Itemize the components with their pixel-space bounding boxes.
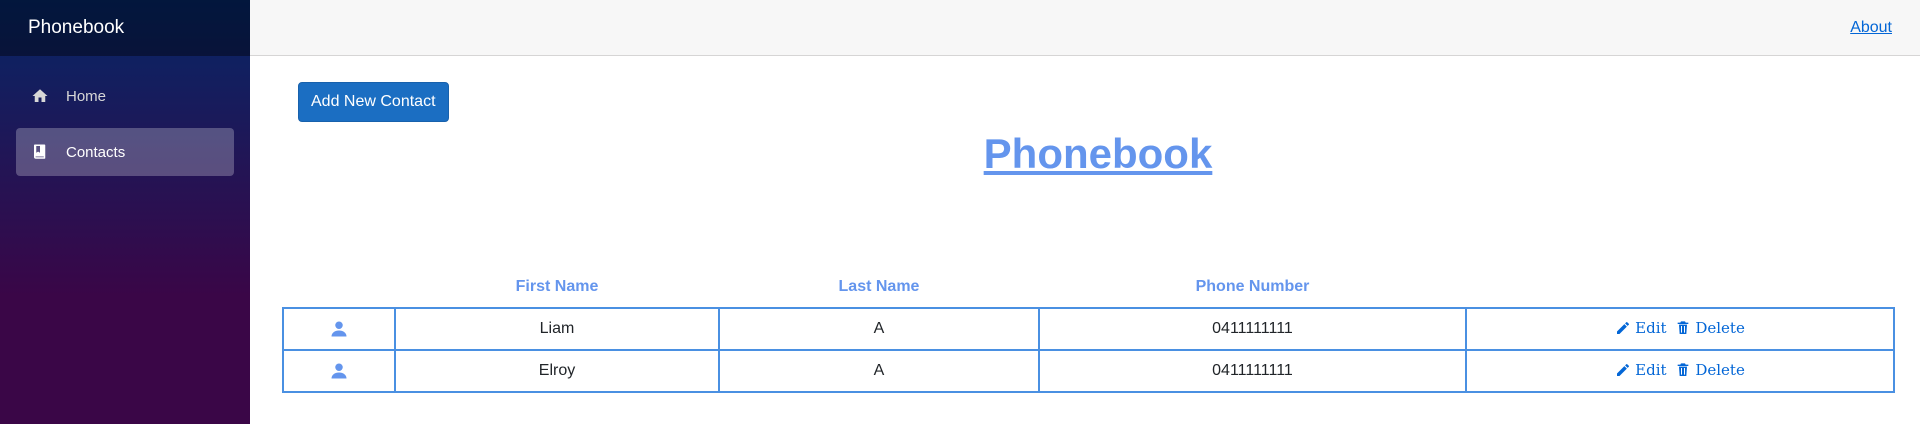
last-name-cell: A xyxy=(718,349,1040,393)
page-title: Phonebook xyxy=(983,130,1213,177)
table-header-row: First Name Last Name Phone Number xyxy=(283,266,1894,308)
table-row: Liam A 0411111111 Edit Delete xyxy=(282,307,1895,351)
header-actions xyxy=(1466,266,1894,308)
header-avatar xyxy=(283,266,395,308)
header-last-name: Last Name xyxy=(838,277,920,295)
sidebar-nav: Home Contacts xyxy=(0,56,250,176)
top-row: About xyxy=(250,0,1920,56)
home-icon xyxy=(30,86,50,106)
header-first-name: First Name xyxy=(515,277,599,295)
first-name-cell: Elroy xyxy=(394,349,720,393)
brand-link[interactable]: Phonebook xyxy=(28,17,124,39)
pencil-icon xyxy=(1617,321,1630,334)
sidebar-item-home[interactable]: Home xyxy=(16,72,234,120)
main-area: About Add New Contact Phonebook First Na… xyxy=(250,0,1920,424)
last-name-cell: A xyxy=(718,307,1040,351)
edit-button[interactable]: Edit xyxy=(1615,318,1667,337)
sidebar: Phonebook Home Contacts xyxy=(0,0,250,424)
book-icon xyxy=(30,142,50,162)
table-row: Elroy A 0411111111 Edit Delete xyxy=(282,349,1895,393)
delete-button[interactable]: Delete xyxy=(1675,318,1745,337)
add-new-contact-button[interactable]: Add New Contact xyxy=(298,82,449,122)
edit-label: Edit xyxy=(1635,318,1667,337)
actions-cell: Edit Delete xyxy=(1465,307,1895,351)
brand-bar: Phonebook xyxy=(0,0,250,56)
sidebar-item-label: Contacts xyxy=(66,143,126,161)
edit-button[interactable]: Edit xyxy=(1615,360,1667,379)
sidebar-item-contacts[interactable]: Contacts xyxy=(16,128,234,176)
phone-cell: 0411111111 xyxy=(1038,307,1467,351)
delete-button[interactable]: Delete xyxy=(1675,360,1745,379)
person-icon xyxy=(330,362,348,379)
person-icon xyxy=(330,320,348,337)
sidebar-item-label: Home xyxy=(66,87,107,105)
avatar-cell xyxy=(282,307,396,351)
header-phone-number: Phone Number xyxy=(1195,277,1310,295)
contacts-table: First Name Last Name Phone Number Liam A… xyxy=(282,266,1895,393)
trash-icon xyxy=(1678,320,1689,334)
edit-label: Edit xyxy=(1635,360,1667,379)
page-content: Add New Contact Phonebook First Name Las… xyxy=(250,56,1920,393)
actions-cell: Edit Delete xyxy=(1465,349,1895,393)
trash-icon xyxy=(1678,362,1689,376)
phone-cell: 0411111111 xyxy=(1038,349,1467,393)
delete-label: Delete xyxy=(1695,318,1745,337)
about-link[interactable]: About xyxy=(1850,19,1892,37)
first-name-cell: Liam xyxy=(394,307,720,351)
avatar-cell xyxy=(282,349,396,393)
pencil-icon xyxy=(1617,363,1630,376)
delete-label: Delete xyxy=(1695,360,1745,379)
